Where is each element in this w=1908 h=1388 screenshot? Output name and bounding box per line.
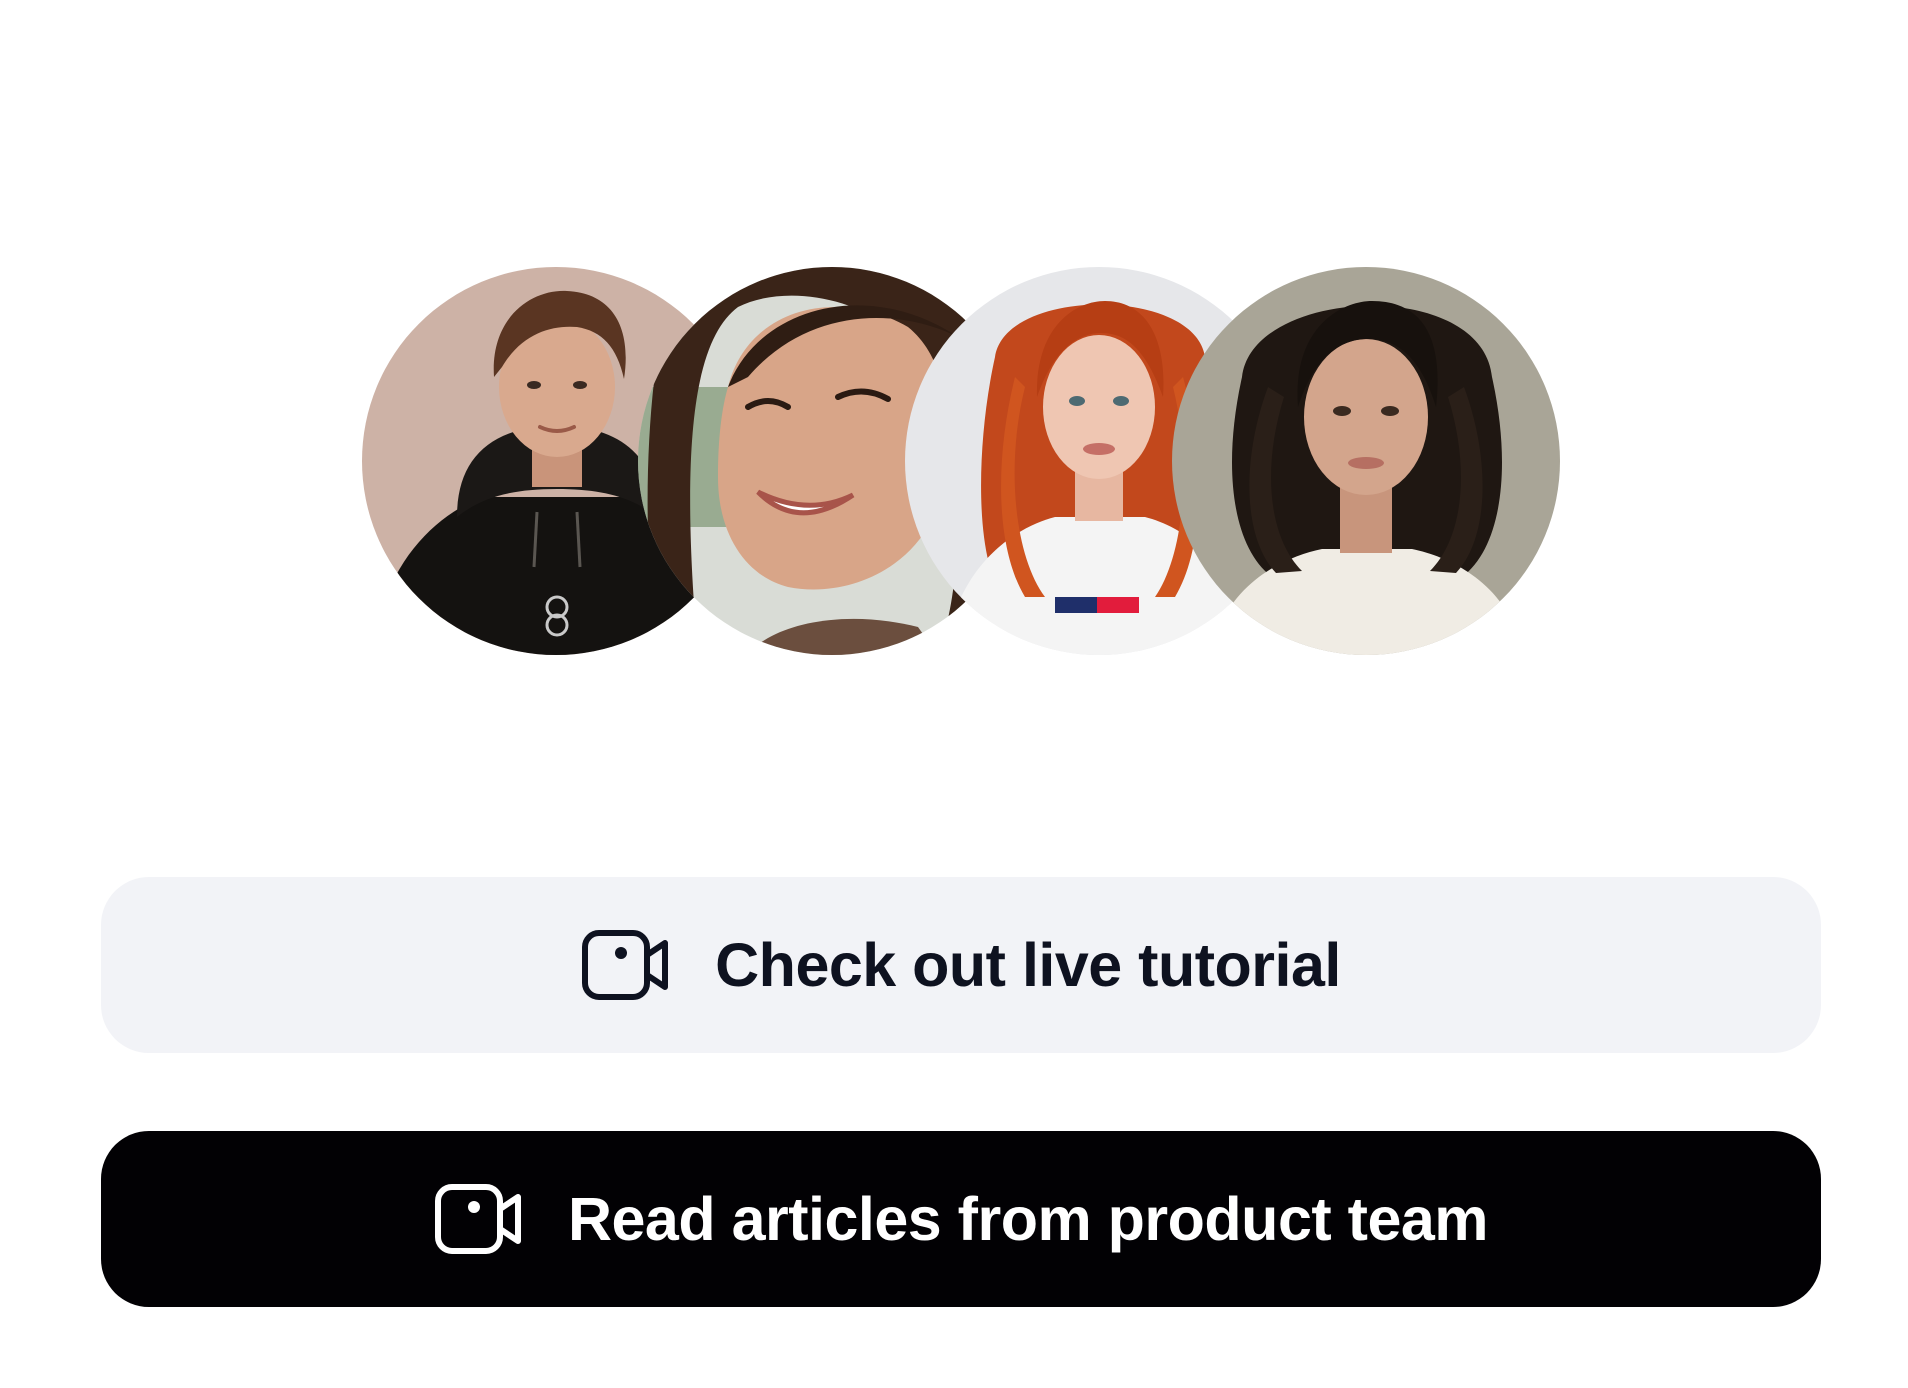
video-camera-icon — [582, 930, 669, 1000]
video-camera-icon — [434, 1184, 521, 1254]
live-tutorial-button[interactable]: Check out live tutorial — [101, 877, 1821, 1053]
avatar[interactable] — [1172, 267, 1560, 655]
avatar-group — [362, 267, 1562, 657]
live-tutorial-label: Check out live tutorial — [715, 930, 1341, 999]
read-articles-label: Read articles from product team — [567, 1184, 1489, 1253]
read-articles-button[interactable]: Read articles from product team — [101, 1131, 1821, 1307]
avatar-woman-dark-wavy-image — [1172, 267, 1560, 655]
